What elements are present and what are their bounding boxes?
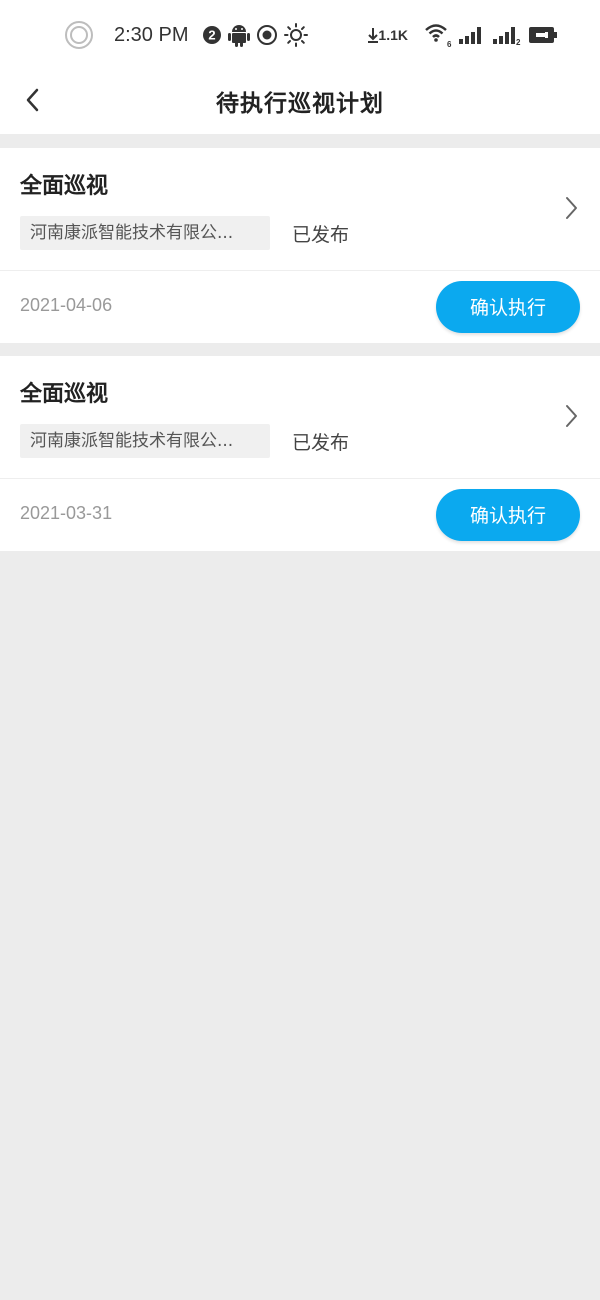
signal-sim2-icon: 2 [492,24,522,46]
company-tag: 河南康派智能技术有限公... [20,216,270,250]
plan-status: 已发布 [292,432,350,454]
plan-title: 全面巡视 [20,174,109,199]
status-time: 2:30 PM [114,23,189,46]
network-speed: 1.1K [378,27,408,43]
plan-title: 全面巡视 [20,382,109,407]
page-title: 待执行巡视计划 [216,91,384,117]
notification-count-icon: 2 [202,25,222,45]
status-bar: 2:30 PM 2 1.1K 6 2 [0,0,600,68]
plan-card: 全面巡视 河南康派智能技术有限公... 已发布 2021-03-31 确认执行 [0,356,600,551]
plan-card-footer: 2021-04-06 确认执行 [0,271,600,343]
chevron-right-icon [562,402,582,430]
confirm-execute-button[interactable]: 确认执行 [436,281,580,333]
circle-icon [64,20,94,50]
notification-count-text: 2 [209,28,216,43]
wifi-label: 6 [447,40,452,48]
plan-date: 2021-04-06 [20,295,113,315]
plan-card-header[interactable]: 全面巡视 河南康派智能技术有限公... 已发布 [0,356,600,479]
plan-card: 全面巡视 河南康派智能技术有限公... 已发布 2021-04-06 确认执行 [0,148,600,343]
brightness-icon [284,23,309,47]
battery-charging-icon [528,26,558,44]
nav-bar: 待执行巡视计划 [0,68,600,134]
plan-status: 已发布 [292,224,350,246]
record-icon [256,24,278,46]
plan-card-header[interactable]: 全面巡视 河南康派智能技术有限公... 已发布 [0,148,600,271]
sim2-label: 2 [516,38,521,46]
download-arrow-icon [368,27,379,43]
wifi-icon: 6 [424,22,452,48]
plan-card-footer: 2021-03-31 确认执行 [0,479,600,551]
confirm-execute-button[interactable]: 确认执行 [436,489,580,541]
chevron-right-icon [562,194,582,222]
company-tag: 河南康派智能技术有限公... [20,424,270,458]
plan-date: 2021-03-31 [20,503,113,523]
android-icon [228,23,251,47]
signal-icon [458,25,486,45]
